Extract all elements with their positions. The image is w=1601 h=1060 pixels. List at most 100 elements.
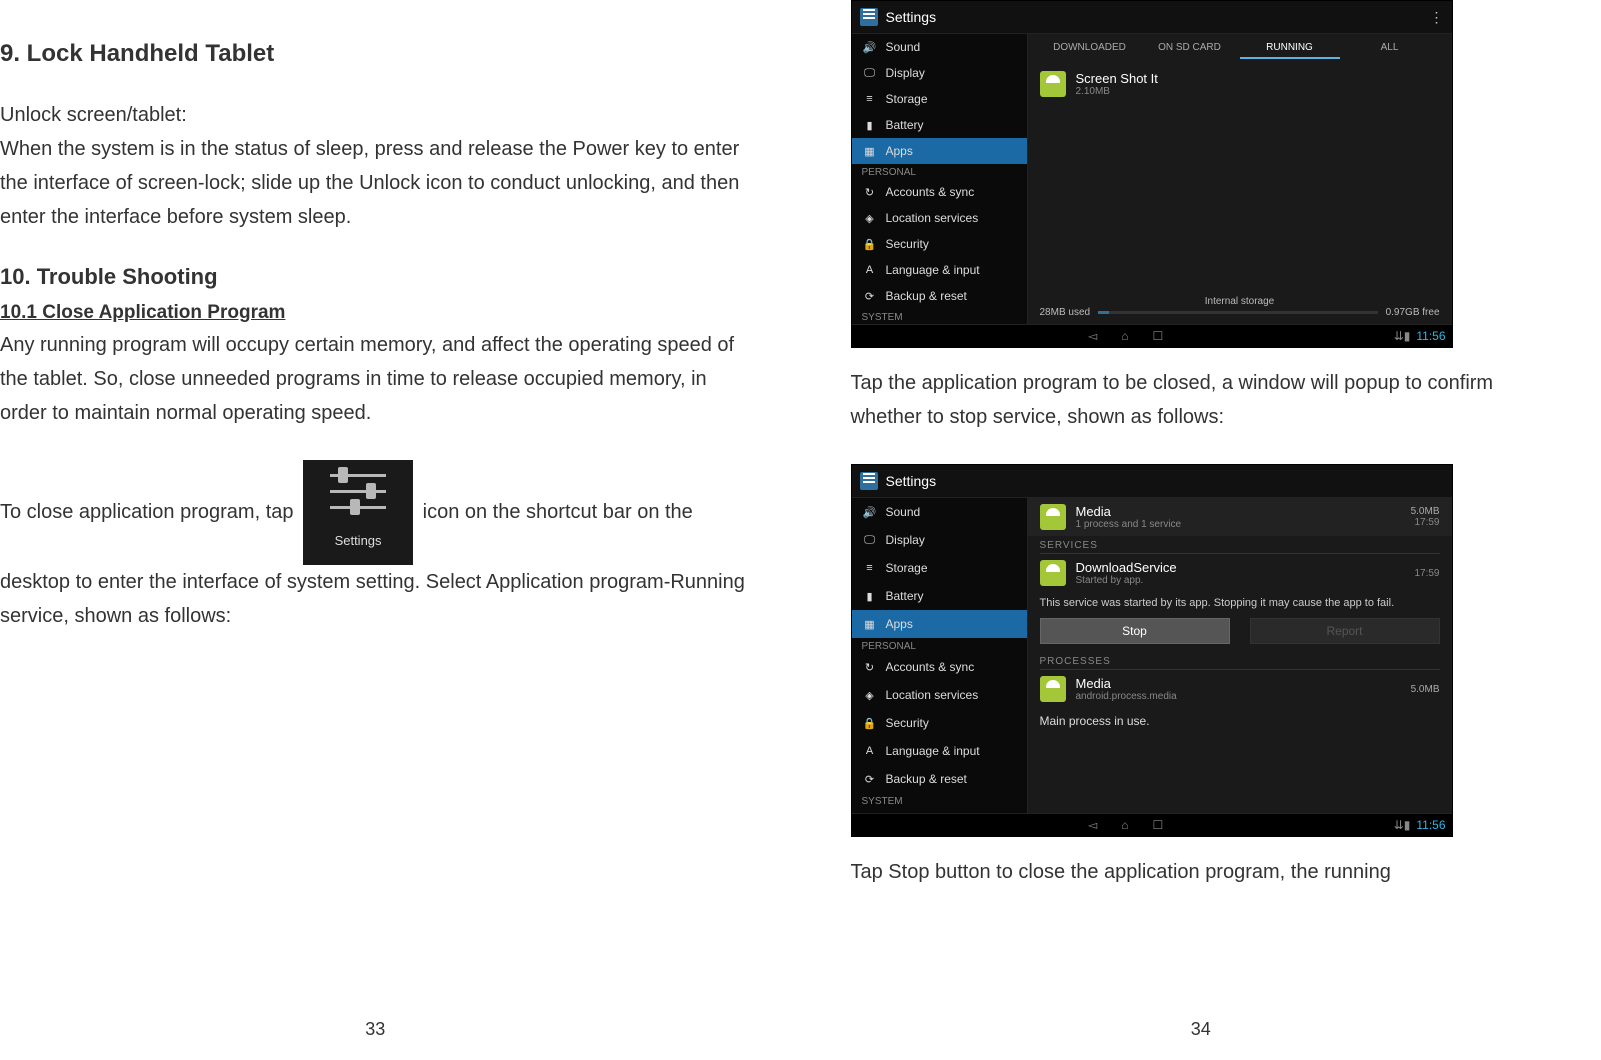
sidebar-item-battery[interactable]: ▮Battery	[852, 112, 1027, 138]
sidebar-label: Location services	[886, 688, 979, 702]
sidebar-item-security[interactable]: 🔒Security	[852, 709, 1027, 737]
sidebar-item-apps[interactable]: ▦Apps	[852, 610, 1027, 638]
sidebar-label: Backup & reset	[886, 772, 967, 786]
page-number-33: 33	[0, 1009, 751, 1040]
service-pane: Media 1 process and 1 service 5.0MB 17:5…	[1028, 498, 1452, 813]
titlebar-text: Settings	[886, 9, 937, 25]
tab-running[interactable]: RUNNING	[1240, 42, 1340, 59]
home-icon[interactable]: ⌂	[1121, 329, 1128, 343]
sidebar-item-apps[interactable]: ▦Apps	[852, 138, 1027, 164]
process-name: Media	[1076, 676, 1177, 691]
location-icon: ◈	[862, 687, 878, 703]
recents-icon[interactable]: ☐	[1152, 329, 1163, 343]
heading-troubleshooting: 10. Trouble Shooting	[0, 264, 751, 290]
sidebar-label: Backup & reset	[886, 289, 967, 303]
shot-body: 🔊Sound 🖵Display ≡Storage ▮Battery ▦Apps …	[852, 498, 1452, 813]
service-note: This service was started by its app. Sto…	[1028, 592, 1452, 618]
sidebar-item-backup[interactable]: ⟳ Backup & reset	[852, 765, 1027, 793]
storage-label: Internal storage	[1028, 292, 1452, 307]
sidebar-item-display[interactable]: 🖵Display	[852, 526, 1027, 554]
sidebar-label: Language & input	[886, 263, 980, 277]
settings-sidebar: 🔊Sound 🖵Display ≡Storage ▮Battery ▦Apps …	[852, 34, 1028, 324]
heading-lock-tablet: 9. Lock Handheld Tablet	[0, 40, 751, 68]
stop-button[interactable]: Stop	[1040, 618, 1230, 644]
backup-icon: ⟳	[862, 771, 878, 787]
text-close-app-2: To close application program, tap Settin…	[0, 460, 751, 633]
sidebar-item-location[interactable]: ◈ Location services	[852, 681, 1027, 709]
shot-body: 🔊Sound 🖵Display ≡Storage ▮Battery ▦Apps …	[852, 34, 1452, 324]
sidebar-label: Apps	[886, 617, 913, 631]
overflow-menu-icon[interactable]: ⋮	[1430, 9, 1444, 26]
sidebar-label: Sound	[886, 505, 921, 519]
sidebar-label: Location services	[886, 211, 979, 225]
sidebar-label: Sound	[886, 40, 921, 54]
sidebar-item-sound[interactable]: 🔊Sound	[852, 34, 1027, 60]
page-number-34: 34	[851, 1009, 1552, 1040]
tab-all[interactable]: ALL	[1340, 42, 1440, 59]
android-app-icon	[1040, 71, 1066, 97]
screenshot-apps-running: Settings ⋮ 🔊Sound 🖵Display ≡Storage ▮Bat…	[851, 0, 1453, 348]
sidebar-label: Storage	[886, 561, 928, 575]
back-icon[interactable]: ◅	[1088, 329, 1097, 343]
media-name: Media	[1076, 504, 1182, 519]
text-tap-app: Tap the application program to be closed…	[851, 366, 1552, 434]
display-icon: 🖵	[862, 65, 878, 81]
home-icon[interactable]: ⌂	[1121, 818, 1128, 832]
sync-icon: ↻	[862, 659, 878, 675]
sidebar-item-language[interactable]: ALanguage & input	[852, 257, 1027, 283]
back-icon[interactable]: ◅	[1088, 818, 1097, 832]
sidebar-item-sound[interactable]: 🔊 Sound	[852, 498, 1027, 526]
settings-shortcut-icon[interactable]: Settings	[303, 460, 413, 565]
sidebar-item-accounts[interactable]: ↻Accounts & sync	[852, 653, 1027, 681]
sidebar-label: Language & input	[886, 744, 980, 758]
sidebar-item-storage[interactable]: ≡Storage	[852, 86, 1027, 112]
sidebar-item-security[interactable]: 🔒Security	[852, 231, 1027, 257]
manual-page-34: Settings ⋮ 🔊Sound 🖵Display ≡Storage ▮Bat…	[801, 0, 1601, 1060]
service-time: 17:59	[1414, 568, 1439, 579]
android-titlebar: Settings	[852, 465, 1452, 498]
app-size: 2.10MB	[1076, 86, 1158, 97]
media-summary-row[interactable]: Media 1 process and 1 service 5.0MB 17:5…	[1028, 498, 1452, 536]
backup-icon: ⟳	[862, 288, 878, 304]
main-process-text: Main process in use.	[1028, 708, 1452, 734]
storage-free: 0.97GB free	[1386, 307, 1440, 318]
sound-icon: 🔊	[862, 504, 878, 520]
clock-text: 11:56	[1416, 329, 1445, 343]
tab-sdcard[interactable]: ON SD CARD	[1140, 42, 1240, 59]
android-app-icon	[1040, 560, 1066, 586]
button-row: Stop Report	[1028, 618, 1452, 652]
process-row-media[interactable]: Media android.process.media 5.0MB	[1028, 670, 1452, 708]
tab-downloaded[interactable]: DOWNLOADED	[1040, 42, 1140, 59]
sliders-icon	[330, 468, 386, 516]
section-processes: PROCESSES	[1028, 652, 1452, 669]
sidebar-item-accounts[interactable]: ↻Accounts & sync	[852, 179, 1027, 205]
sidebar-label: Security	[886, 716, 929, 730]
sidebar-item-storage[interactable]: ≡Storage	[852, 554, 1027, 582]
android-navbar: ◅ ⌂ ☐ ⇊ ▮ 11:56	[852, 324, 1452, 347]
app-row-screenshotit[interactable]: Screen Shot It 2.10MB	[1028, 65, 1452, 103]
apps-tabs: DOWNLOADED ON SD CARD RUNNING ALL	[1028, 34, 1452, 65]
screenshot-stop-service: Settings 🔊 Sound 🖵Display ≡Storage ▮Batte…	[851, 464, 1453, 837]
android-navbar: ◅ ⌂ ☐ ⇊ ▮ 11:56	[852, 813, 1452, 836]
sidebar-category-personal: PERSONAL	[852, 638, 1027, 653]
sidebar-label: Apps	[886, 144, 913, 158]
report-button[interactable]: Report	[1250, 618, 1440, 644]
display-icon: 🖵	[862, 532, 878, 548]
recents-icon[interactable]: ☐	[1152, 818, 1163, 832]
sidebar-item-backup[interactable]: ⟳ Backup & reset	[852, 283, 1027, 309]
section-services: SERVICES	[1028, 536, 1452, 553]
service-row-download[interactable]: DownloadService Started by app. 17:59	[1028, 554, 1452, 592]
wifi-icon: ⇊	[1394, 329, 1404, 343]
sidebar-label: Accounts & sync	[886, 185, 975, 199]
sidebar-category-system: SYSTEM	[852, 793, 1027, 808]
sidebar-item-display[interactable]: 🖵Display	[852, 60, 1027, 86]
android-app-icon	[1040, 504, 1066, 530]
sidebar-item-location[interactable]: ◈Location services	[852, 205, 1027, 231]
process-sub: android.process.media	[1076, 691, 1177, 702]
sidebar-item-battery[interactable]: ▮Battery	[852, 582, 1027, 610]
android-app-icon	[1040, 676, 1066, 702]
language-icon: A	[862, 743, 878, 759]
wifi-icon: ⇊	[1394, 818, 1404, 832]
sidebar-item-language[interactable]: A Language & input	[852, 737, 1027, 765]
storage-bar-row: 28MB used 0.97GB free	[1028, 307, 1452, 324]
